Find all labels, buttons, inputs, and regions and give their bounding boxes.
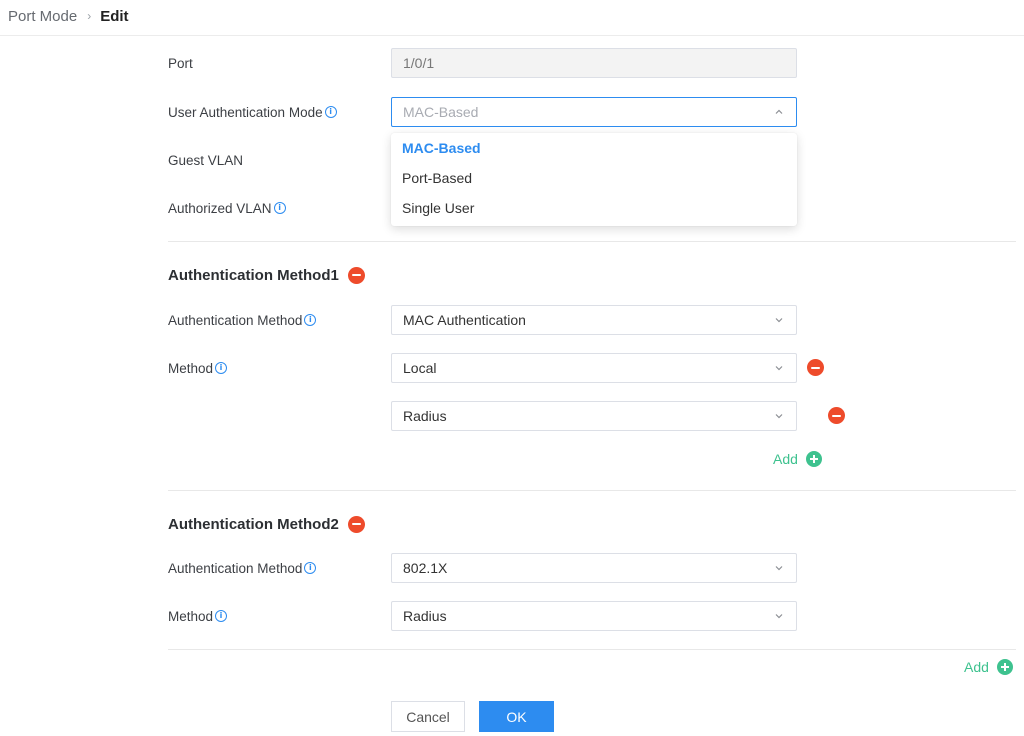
method1-section-title: Authentication Method1 <box>168 264 365 286</box>
breadcrumb-current: Edit <box>100 7 129 25</box>
breadcrumb: Port Mode › Edit <box>8 6 129 26</box>
remove-method-radius-icon[interactable] <box>827 407 845 424</box>
info-icon[interactable]: i <box>324 106 337 118</box>
method1-method-select-1[interactable]: Local <box>391 353 797 383</box>
method1-title: Authentication Method1 <box>168 266 339 284</box>
user-auth-mode-select[interactable]: MAC-Based <box>391 97 797 127</box>
method2-auth-method-label: Authentication Method i <box>168 558 317 578</box>
dropdown-option-mac-based[interactable]: MAC-Based <box>391 133 797 163</box>
user-auth-mode-value: MAC-Based <box>403 104 479 120</box>
info-icon[interactable]: i <box>215 610 228 622</box>
user-auth-mode-label-text: User Authentication Mode <box>168 104 323 120</box>
method2-title: Authentication Method2 <box>168 515 339 533</box>
method1-method-value-1: Local <box>403 360 437 376</box>
port-field: 1/0/1 <box>391 48 797 78</box>
method1-method-value-2: Radius <box>403 408 447 424</box>
guest-vlan-label: Guest VLAN <box>168 150 243 170</box>
method2-method-label-text: Method <box>168 608 214 624</box>
dropdown-option-port-based[interactable]: Port-Based <box>391 163 797 193</box>
info-icon[interactable]: i <box>304 314 317 326</box>
user-auth-mode-dropdown: MAC-Based Port-Based Single User <box>391 133 797 226</box>
section-divider <box>168 649 1016 650</box>
method1-method-label: Method i <box>168 358 228 378</box>
authorized-vlan-label-text: Authorized VLAN <box>168 200 272 216</box>
remove-method2-icon[interactable] <box>347 515 365 533</box>
method2-section-title: Authentication Method2 <box>168 513 365 535</box>
breadcrumb-separator-icon: › <box>87 9 92 23</box>
add-label: Add <box>964 659 989 675</box>
method2-auth-method-label-text: Authentication Method <box>168 560 303 576</box>
method2-method-value: Radius <box>403 608 447 624</box>
method1-auth-method-value: MAC Authentication <box>403 312 526 328</box>
method1-auth-method-label-text: Authentication Method <box>168 312 303 328</box>
authorized-vlan-label: Authorized VLAN i <box>168 198 286 218</box>
method1-add-label: Add <box>773 451 798 467</box>
chevron-down-icon <box>775 414 783 419</box>
chevron-down-icon <box>775 366 783 371</box>
plus-circle-icon <box>996 659 1013 675</box>
section-divider <box>168 241 1016 242</box>
method2-auth-method-select[interactable]: 802.1X <box>391 553 797 583</box>
port-value: 1/0/1 <box>403 55 435 71</box>
port-label-text: Port <box>168 55 193 71</box>
info-icon[interactable]: i <box>304 562 317 574</box>
chevron-down-icon <box>775 566 783 571</box>
header-divider <box>0 35 1024 36</box>
chevron-up-icon <box>775 109 783 114</box>
method2-auth-method-value: 802.1X <box>403 560 448 576</box>
section-divider <box>168 490 1016 491</box>
method1-method-label-text: Method <box>168 360 214 376</box>
info-icon[interactable]: i <box>215 362 228 374</box>
chevron-down-icon <box>775 614 783 619</box>
breadcrumb-port-mode[interactable]: Port Mode <box>8 8 77 25</box>
plus-circle-icon <box>805 451 822 467</box>
port-label: Port <box>168 53 193 73</box>
cancel-button[interactable]: Cancel <box>391 701 465 732</box>
chevron-down-icon <box>775 318 783 323</box>
method1-method-select-2[interactable]: Radius <box>391 401 797 431</box>
method2-method-label: Method i <box>168 606 228 626</box>
guest-vlan-label-text: Guest VLAN <box>168 152 244 168</box>
method1-auth-method-select[interactable]: MAC Authentication <box>391 305 797 335</box>
method2-method-select[interactable]: Radius <box>391 601 797 631</box>
ok-button[interactable]: OK <box>479 701 554 732</box>
info-icon[interactable]: i <box>273 202 286 214</box>
dropdown-option-single-user[interactable]: Single User <box>391 193 797 223</box>
remove-method1-icon[interactable] <box>347 266 365 284</box>
remove-method-local-icon[interactable] <box>807 359 824 376</box>
method1-add-method-button[interactable]: Add <box>773 451 822 467</box>
user-auth-mode-label: User Authentication Mode i <box>168 102 337 122</box>
method1-auth-method-label: Authentication Method i <box>168 310 317 330</box>
add-auth-method-button[interactable]: Add <box>964 659 1013 675</box>
